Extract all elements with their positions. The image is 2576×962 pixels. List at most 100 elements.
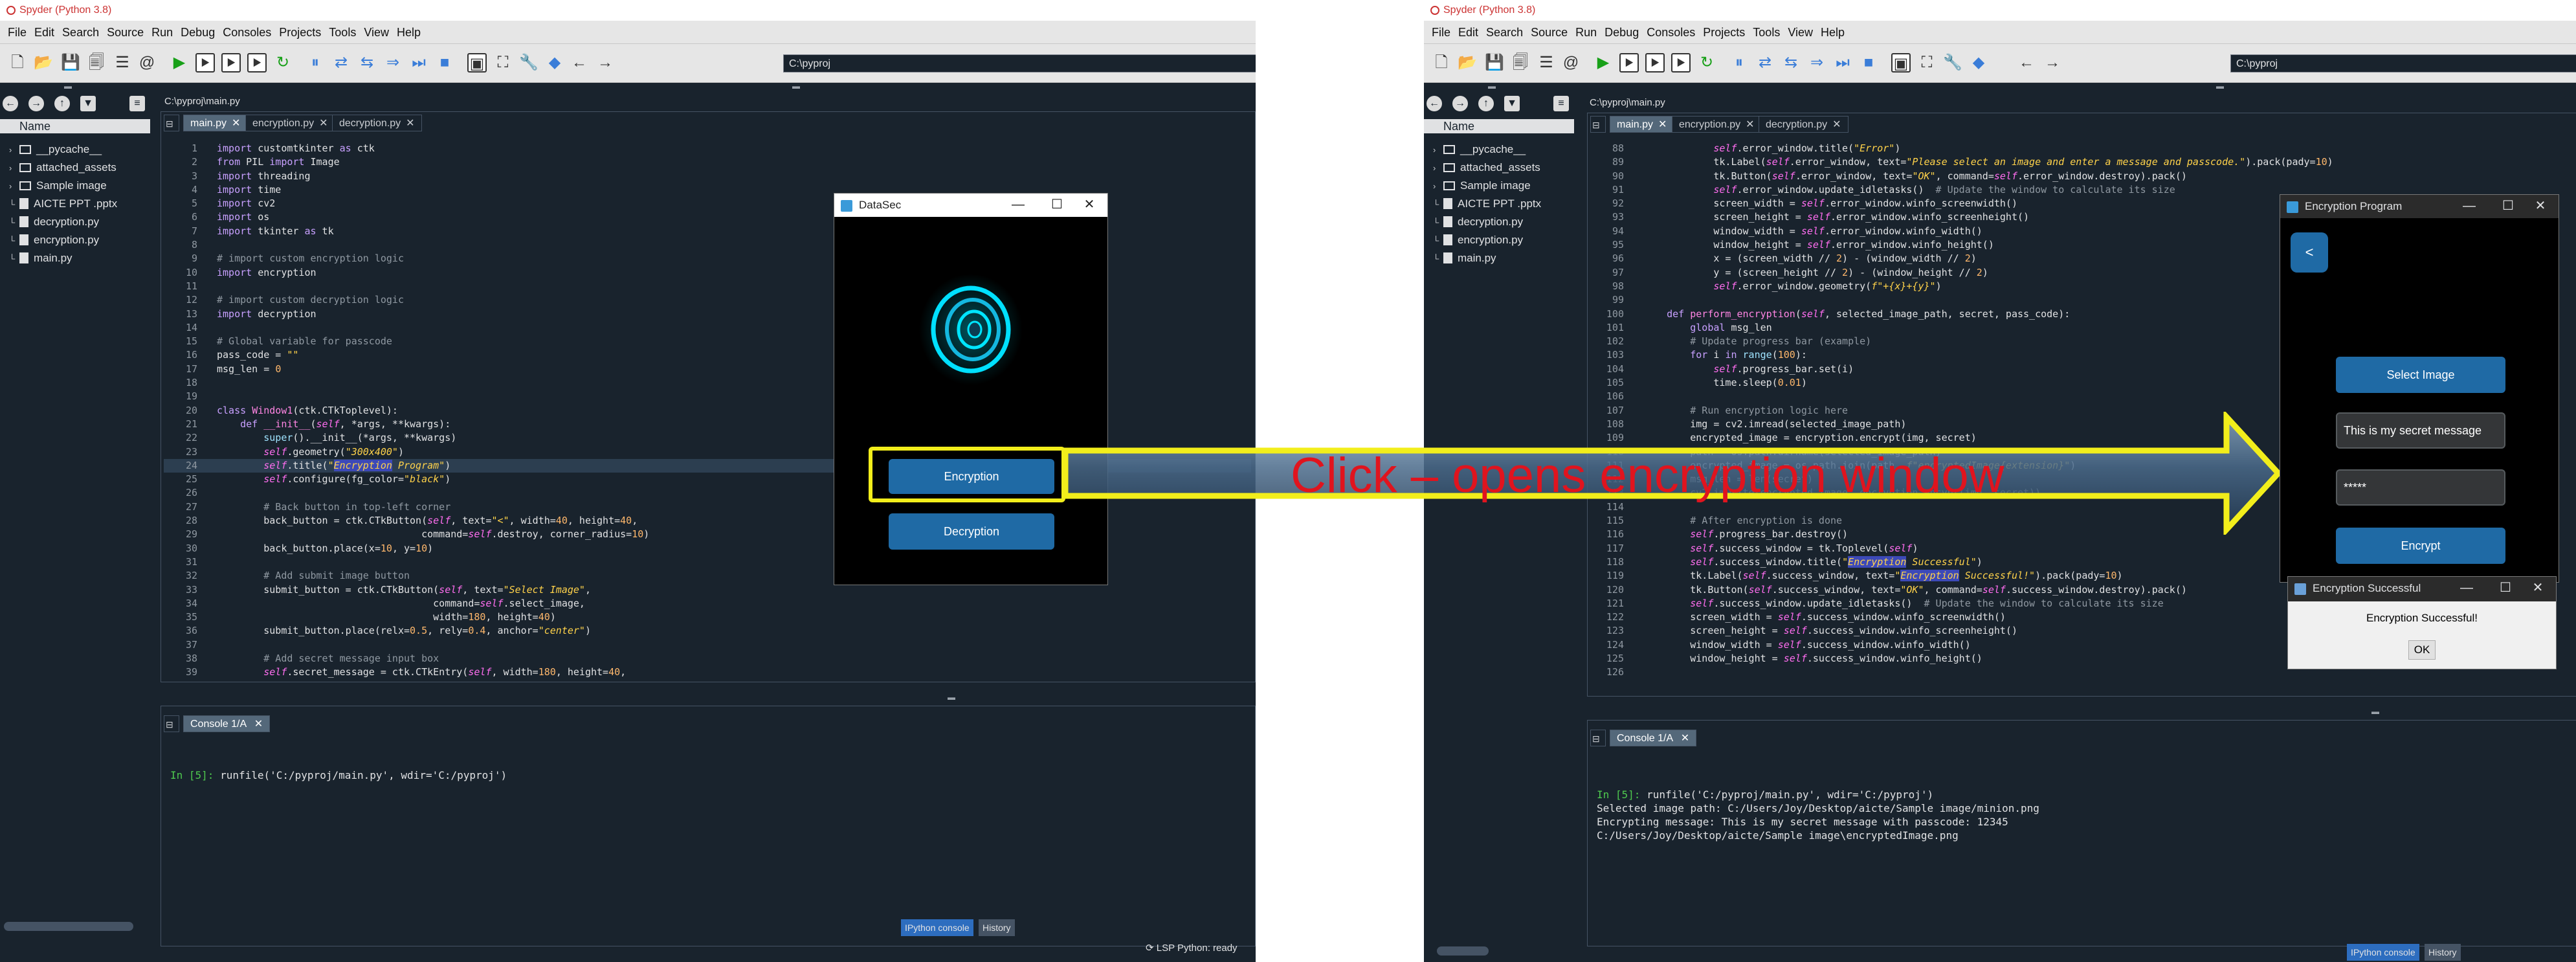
debug-continue-icon[interactable]: ⇒ [383,53,403,73]
menu-item-file[interactable]: File [1432,21,1450,44]
encrypt-button[interactable]: Encrypt [2336,528,2505,564]
forward-icon[interactable]: → [1452,96,1468,111]
at-icon[interactable]: @ [1561,53,1581,73]
preferences-icon[interactable]: 🔧 [1943,53,1962,73]
debug-return-icon[interactable]: ⇆ [357,53,377,73]
file-tree-item[interactable]: └ encryption.py [9,232,99,249]
close-icon[interactable]: ✕ [1681,733,1689,744]
tab-ipython-console[interactable]: IPython console [2347,944,2419,961]
options-menu-icon[interactable]: ≡ [129,96,145,111]
at-icon[interactable]: @ [137,53,157,73]
debug-step-icon[interactable]: ⏸ [305,53,325,73]
tab-ipython-console[interactable]: IPython console [901,919,973,936]
close-icon[interactable]: ✕ [254,719,263,730]
tab-console[interactable]: Console 1/A ✕ [1610,730,1697,746]
file-tree-item[interactable]: └ main.py [9,250,72,267]
menu-item-file[interactable]: File [8,21,27,44]
browse-tabs-icon[interactable]: ⊟ [164,715,179,732]
ok-button[interactable]: OK [2408,640,2436,660]
menu-item-debug[interactable]: Debug [181,21,215,44]
close-icon[interactable]: ✕ [1746,119,1754,130]
tab-history[interactable]: History [2425,944,2461,961]
save-icon[interactable]: 💾 [61,53,80,73]
back-icon[interactable]: ← [570,53,589,73]
back-icon[interactable]: ← [2017,53,2036,73]
maximize-pane-icon[interactable]: ▣ [1891,53,1911,73]
select-image-button[interactable]: Select Image [2336,357,2505,393]
file-tree-item[interactable]: └ AICTE PPT .pptx [1433,196,1541,212]
filter-icon[interactable]: ▼ [80,96,96,111]
debug-next-icon[interactable]: ⏭ [409,53,428,73]
open-file-icon[interactable]: 📂 [34,53,53,73]
forward-icon[interactable]: → [2043,53,2062,73]
menu-item-search[interactable]: Search [62,21,99,44]
browse-tabs-icon[interactable]: ⊟ [1590,116,1606,133]
debug-next-icon[interactable]: ⏭ [1833,53,1852,73]
file-tree-item[interactable]: › __pycache__ [1433,141,1526,158]
debug-into-icon[interactable]: ⇄ [1755,53,1775,73]
ipython-console[interactable]: ⊟ Console 1/A ✕ In [5]: runfile('C:/pypr… [161,706,1256,946]
maximize-icon[interactable]: ☐ [2495,195,2521,218]
save-all-icon[interactable]: 🗐 [87,53,106,73]
file-tree-item[interactable]: › Sample image [9,177,107,194]
debug-into-icon[interactable]: ⇄ [331,53,351,73]
debug-continue-icon[interactable]: ⇒ [1807,53,1827,73]
maximize-icon[interactable]: ☐ [1044,194,1070,217]
secret-message-input[interactable] [2336,412,2505,449]
run-cell-advance-icon[interactable]: ⯈ [221,53,241,73]
file-tree-item[interactable]: └ encryption.py [1433,232,1523,249]
new-file-icon[interactable]: 🗋 [1432,53,1451,73]
menu-item-projects[interactable]: Projects [279,21,321,44]
save-all-icon[interactable]: 🗐 [1511,53,1530,73]
menu-item-view[interactable]: View [364,21,389,44]
menu-item-view[interactable]: View [1788,21,1813,44]
tab-main-py[interactable]: main.py ✕ [1610,116,1674,133]
stop-icon[interactable]: ■ [435,53,454,73]
forward-icon[interactable]: → [595,53,615,73]
fullscreen-icon[interactable]: ⛶ [493,53,513,73]
tab-encryption-py[interactable]: encryption.py ✕ [1672,116,1762,133]
file-tree-item[interactable]: › Sample image [1433,177,1531,194]
sidebar-scrollbar[interactable] [1437,946,1489,956]
back-icon[interactable]: ← [1427,96,1442,111]
run-icon[interactable]: ▶ [170,53,189,73]
tab-console[interactable]: Console 1/A ✕ [183,715,271,732]
options-menu-icon[interactable]: ≡ [1553,96,1569,111]
file-tree-item[interactable]: › attached_assets [9,159,117,176]
close-icon[interactable]: ✕ [1832,119,1841,130]
parent-dir-icon[interactable]: ↑ [54,96,70,111]
back-icon[interactable]: ← [3,96,18,111]
python-icon[interactable]: ◆ [545,53,564,73]
run-cell-icon[interactable]: ⯈ [1619,53,1639,73]
run-cell-advance-icon[interactable]: ⯈ [1645,53,1665,73]
stop-icon[interactable]: ■ [1859,53,1878,73]
close-icon[interactable]: ✕ [1076,194,1102,217]
save-icon[interactable]: 💾 [1485,53,1504,73]
menu-item-tools[interactable]: Tools [329,21,356,44]
tab-decryption-py[interactable]: decryption.py ✕ [1759,116,1849,133]
passcode-input[interactable] [2336,469,2505,506]
ipython-console[interactable]: ⊟ Console 1/A ✕ In [5]: runfile('C:/pypr… [1587,720,2576,946]
fullscreen-icon[interactable]: ⛶ [1917,53,1937,73]
menu-item-search[interactable]: Search [1486,21,1523,44]
file-tree-item[interactable]: └ main.py [1433,250,1496,267]
file-tree-item[interactable]: › __pycache__ [9,141,102,158]
menu-item-source[interactable]: Source [107,21,144,44]
tab-encryption-py[interactable]: encryption.py ✕ [245,115,335,131]
debug-return-icon[interactable]: ⇆ [1781,53,1801,73]
panel-handle[interactable]: ▬ [2071,82,2369,93]
file-tree-item[interactable]: └ decryption.py [9,214,99,230]
list-icon[interactable]: ☰ [113,53,132,73]
expand-arrow-icon[interactable]: › [9,160,19,177]
maximize-icon[interactable]: ☐ [2493,577,2518,600]
expand-arrow-icon[interactable]: › [1433,142,1443,159]
run-cell-icon[interactable]: ⯈ [195,53,215,73]
tab-decryption-py[interactable]: decryption.py ✕ [332,115,422,131]
debug-step-icon[interactable]: ⏸ [1729,53,1749,73]
file-tree-item[interactable]: └ decryption.py [1433,214,1523,230]
sidebar-scrollbar[interactable] [4,922,133,931]
browse-tabs-icon[interactable]: ⊟ [1590,730,1606,746]
preferences-icon[interactable]: 🔧 [519,53,539,73]
panel-handle[interactable]: ▬ [906,693,997,704]
menu-item-run[interactable]: Run [1575,21,1597,44]
